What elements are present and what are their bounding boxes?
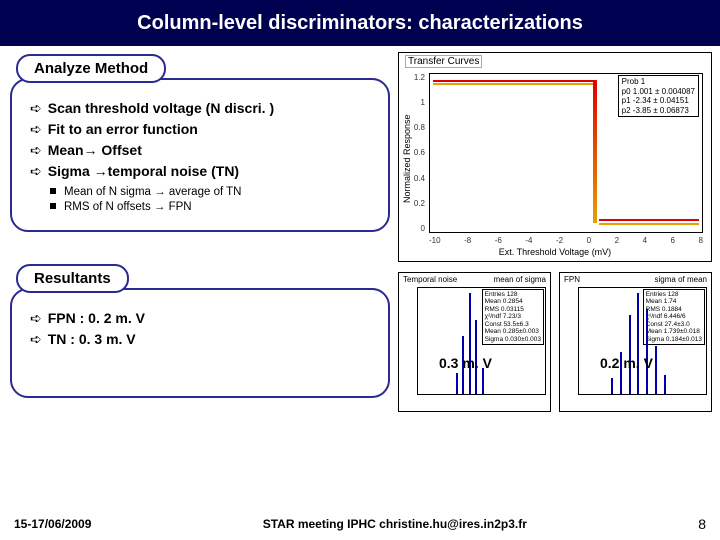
small-charts-row: Temporal noise mean of sigma Entries 128… <box>398 272 712 412</box>
slide: Column-level discriminators: characteriz… <box>0 0 720 540</box>
tick: 2 <box>615 236 619 245</box>
footer-center: STAR meeting IPHC christine.hu@ires.in2p… <box>91 517 698 531</box>
hist-bar <box>664 375 666 394</box>
analyze-item: ➪ Scan threshold voltage (N discri. ) <box>30 100 374 117</box>
square-bullet-icon <box>50 203 56 209</box>
transfer-ylabel: Normalized Response <box>402 114 412 203</box>
analyze-item-text: Mean→ Offset <box>48 142 142 158</box>
small-title: FPN <box>564 275 580 284</box>
small-subtitle: sigma of mean <box>655 275 707 284</box>
small-subtitle: mean of sigma <box>494 275 546 284</box>
analyze-item: ➪ Sigma →temporal noise (TN) <box>30 163 374 180</box>
tick: 1 <box>409 98 425 107</box>
tick: 8 <box>699 236 703 245</box>
stat-line: p1 -2.34 ± 0.04151 <box>622 96 695 106</box>
bullet-arrow-icon: ➪ <box>30 310 42 326</box>
tick: -6 <box>495 236 502 245</box>
analyze-item-text: Fit to an error function <box>48 121 198 137</box>
small-title-text: FPN <box>564 275 580 284</box>
resultants-block: ➪ FPN : 0. 2 m. V ➪ TN : 0. 3 m. V <box>10 288 390 398</box>
analyze-block: ➪ Scan threshold voltage (N discri. ) ➪ Fi… <box>10 78 390 232</box>
footer: 15-17/06/2009 STAR meeting IPHC christin… <box>0 508 720 540</box>
resultants-heading: Resultants <box>16 264 129 293</box>
hist-bar <box>655 346 657 394</box>
stat-line: p0 1.001 ± 0.004087 <box>622 87 695 97</box>
tick: -8 <box>464 236 471 245</box>
resultants-item-text: TN : 0. 3 m. V <box>48 331 136 347</box>
hist-bar <box>456 373 458 394</box>
small-plotarea <box>417 287 546 395</box>
analyze-subitem-text: RMS of N offsets → FPN <box>64 201 192 213</box>
resultants-item: ➪ FPN : 0. 2 m. V <box>30 310 374 327</box>
footer-date: 15-17/06/2009 <box>14 517 91 531</box>
tick: 1.2 <box>409 73 425 82</box>
bullet-arrow-icon: ➪ <box>30 331 42 347</box>
left-column: Analyze Method ➪ Scan threshold voltage (… <box>0 46 398 502</box>
stat-line: Prob 1 <box>622 77 695 87</box>
transfer-statbox: Prob 1 p0 1.001 ± 0.004087 p1 -2.34 ± 0.… <box>618 75 699 117</box>
tick: -4 <box>525 236 532 245</box>
fpn-chart: FPN sigma of mean Entries 128 Mean 1.74 … <box>559 272 712 412</box>
transfer-chart: Transfer Curves Prob 1 p0 1.001 ± 0.0040… <box>398 52 712 262</box>
overlay-label: 0.2 m. V <box>600 355 653 371</box>
bullet-arrow-icon: ➪ <box>30 163 42 179</box>
overlay-label: 0.3 m. V <box>439 355 492 371</box>
hist-bar <box>611 378 613 394</box>
hist-bar <box>482 368 484 395</box>
analyze-item-text: Scan threshold voltage (N discri. ) <box>48 100 274 116</box>
square-bullet-icon <box>50 188 56 194</box>
bullet-arrow-icon: ➪ <box>30 100 42 116</box>
page-number: 8 <box>698 516 706 532</box>
content-area: Analyze Method ➪ Scan threshold voltage (… <box>0 46 720 502</box>
resultants-item-text: FPN : 0. 2 m. V <box>48 310 145 326</box>
tick: 0 <box>409 224 425 233</box>
analyze-item: ➪ Fit to an error function <box>30 121 374 138</box>
right-column: Transfer Curves Prob 1 p0 1.001 ± 0.0040… <box>398 46 720 502</box>
small-title-text: Temporal noise <box>403 275 457 284</box>
small-title: Temporal noise <box>403 275 457 284</box>
analyze-heading: Analyze Method <box>16 54 166 83</box>
analyze-subitem: RMS of N offsets → FPN <box>50 201 374 213</box>
resultants-item: ➪ TN : 0. 3 m. V <box>30 331 374 348</box>
analyze-item-text: Sigma →temporal noise (TN) <box>48 163 239 179</box>
analyze-subitem-text: Mean of N sigma → average of TN <box>64 186 241 198</box>
transfer-xticks: -10 -8 -6 -4 -2 0 2 4 6 8 <box>429 236 703 245</box>
transfer-title: Transfer Curves <box>405 55 482 68</box>
analyze-subitem: Mean of N sigma → average of TN <box>50 186 374 198</box>
hist-bar <box>637 293 639 394</box>
tick: 6 <box>671 236 675 245</box>
hist-bar <box>646 309 648 394</box>
slide-title: Column-level discriminators: characteriz… <box>0 0 720 46</box>
bullet-arrow-icon: ➪ <box>30 142 42 158</box>
tick: -10 <box>429 236 441 245</box>
transfer-xlabel: Ext. Threshold Voltage (mV) <box>399 247 711 257</box>
analyze-item: ➪ Mean→ Offset <box>30 142 374 159</box>
tick: -2 <box>556 236 563 245</box>
tick: 4 <box>643 236 647 245</box>
tick: 0 <box>587 236 591 245</box>
stat-line: p2 -3.85 ± 0.06873 <box>622 106 695 116</box>
curve-drop <box>593 80 597 222</box>
small-plotarea <box>578 287 707 395</box>
hist-bar <box>469 293 471 394</box>
temporal-noise-chart: Temporal noise mean of sigma Entries 128… <box>398 272 551 412</box>
bullet-arrow-icon: ➪ <box>30 121 42 137</box>
